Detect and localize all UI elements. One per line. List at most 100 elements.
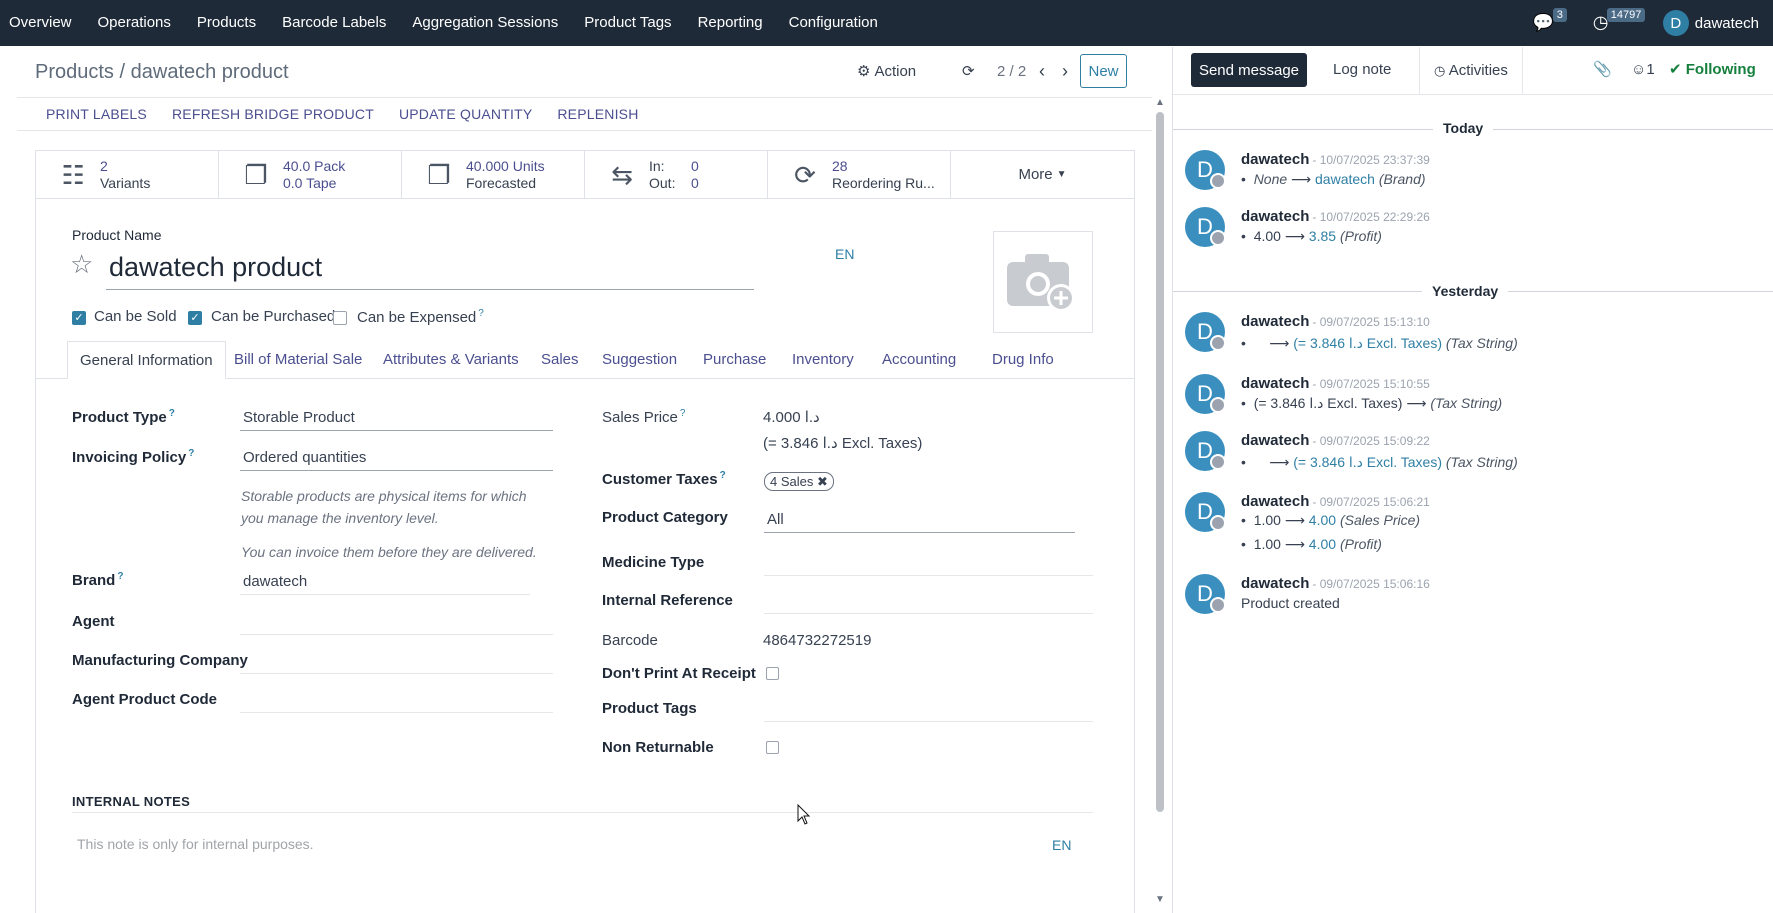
new-value: 4.00 <box>1308 536 1337 552</box>
pager-value[interactable]: 2 / 2 <box>997 47 1026 95</box>
inout-stat-button[interactable]: ⇆ In: 0 Out: 0 <box>585 151 768 199</box>
field-name: (Brand) <box>1378 171 1426 187</box>
author-name[interactable]: dawatech <box>1241 493 1309 510</box>
following-button[interactable]: ✔ Following <box>1669 53 1756 87</box>
activities-button[interactable]: ◷ Activities <box>1419 47 1523 95</box>
new-button[interactable]: New <box>1080 54 1127 88</box>
author-avatar[interactable]: D <box>1185 574 1226 614</box>
form-scrollbar[interactable]: ▲ ▼ <box>1152 97 1168 913</box>
product-image-upload[interactable] <box>993 231 1093 333</box>
author-name[interactable]: dawatech <box>1241 151 1309 168</box>
tab-bill-of-material-sale[interactable]: Bill of Material Sale <box>222 341 374 379</box>
variants-stat-button[interactable]: ☷ 2 Variants <box>36 151 219 199</box>
help-mark[interactable]: ? <box>188 448 194 459</box>
log-note-button[interactable]: Log note <box>1321 53 1403 87</box>
brand-input[interactable]: dawatech <box>243 573 307 590</box>
breadcrumb-products[interactable]: Products <box>35 61 114 83</box>
action-button[interactable]: ⚙ Action <box>857 47 916 95</box>
menu-reporting[interactable]: Reporting <box>685 0 776 46</box>
tab-purchase[interactable]: Purchase <box>691 341 778 379</box>
author-name[interactable]: dawatech <box>1241 432 1309 449</box>
internal-notes-textarea[interactable]: This note is only for internal purposes. <box>77 836 314 852</box>
author-avatar[interactable]: D <box>1185 207 1226 247</box>
print-labels-button[interactable]: PRINT LABELS <box>46 106 147 122</box>
tab-accounting[interactable]: Accounting <box>870 341 968 379</box>
help-mark[interactable]: ? <box>478 308 484 319</box>
top-navbar: Overview Operations Products Barcode Lab… <box>0 0 1773 46</box>
forecast-stat-button[interactable]: ❐ 40.000 Units Forecasted <box>402 151 585 199</box>
tab-general-information[interactable]: General Information <box>67 341 226 379</box>
messages-menu[interactable]: 💬 3 <box>1523 0 1581 46</box>
activity-menu[interactable]: ◷ 14797 <box>1581 0 1663 46</box>
attachment-paperclip-icon[interactable]: 📎 <box>1593 53 1612 87</box>
product-tags-input[interactable] <box>764 721 1093 722</box>
product-type-select[interactable]: Storable Product <box>243 409 355 426</box>
sales-price-label: Sales Price? <box>602 408 685 426</box>
menu-product-tags[interactable]: Product Tags <box>571 0 684 46</box>
tab-inventory[interactable]: Inventory <box>780 341 866 379</box>
can-be-expensed-checkbox[interactable] <box>333 311 347 325</box>
scroll-down-icon[interactable]: ▼ <box>1155 894 1165 905</box>
more-button[interactable]: More ▼ <box>951 151 1134 198</box>
dont-print-at-receipt-checkbox[interactable] <box>766 667 779 680</box>
product-name-input[interactable]: dawatech product <box>109 252 322 283</box>
non-returnable-checkbox[interactable] <box>766 741 779 754</box>
author-name[interactable]: dawatech <box>1241 375 1309 392</box>
help-mark[interactable]: ? <box>680 408 686 419</box>
tab-suggestion[interactable]: Suggestion <box>590 341 689 379</box>
customer-tax-tag[interactable]: 4 Sales ✖ <box>764 472 834 491</box>
author-name[interactable]: dawatech <box>1241 208 1309 225</box>
discard-refresh-button[interactable]: ⟳ <box>962 47 975 95</box>
arrow-right-icon: ⟶ <box>1284 512 1305 528</box>
pack-stat-button[interactable]: ❐ 40.0 Pack 0.0 Tape <box>219 151 402 199</box>
send-message-button[interactable]: Send message <box>1191 53 1307 87</box>
menu-overview[interactable]: Overview <box>0 0 85 46</box>
help-mark[interactable]: ? <box>720 470 726 481</box>
scrollbar-thumb[interactable] <box>1156 112 1164 812</box>
followers-button[interactable]: ☺1 <box>1631 53 1655 87</box>
menu-products[interactable]: Products <box>184 0 269 46</box>
can-be-purchased-checkbox[interactable]: ✓ <box>188 311 202 325</box>
menu-operations[interactable]: Operations <box>85 0 184 46</box>
barcode-value[interactable]: 4864732272519 <box>763 632 871 649</box>
author-avatar[interactable]: D <box>1185 312 1226 352</box>
pager-prev-icon[interactable]: ‹ <box>1039 47 1045 95</box>
reordering-stat-button[interactable]: ⟳ 28 Reordering Ru... <box>768 151 951 199</box>
author-avatar[interactable]: D <box>1185 150 1226 190</box>
update-quantity-button[interactable]: UPDATE QUANTITY <box>399 106 532 122</box>
tab-sales[interactable]: Sales <box>529 341 591 379</box>
menu-configuration[interactable]: Configuration <box>776 0 891 46</box>
help-mark[interactable]: ? <box>117 571 123 582</box>
tab-drug-info[interactable]: Drug Info <box>980 341 1066 379</box>
author-name[interactable]: dawatech <box>1241 575 1309 592</box>
remove-tag-icon[interactable]: ✖ <box>817 474 828 489</box>
scroll-up-icon[interactable]: ▲ <box>1155 97 1165 108</box>
medicine-type-label: Medicine Type <box>602 554 705 571</box>
author-avatar[interactable]: D <box>1185 492 1226 532</box>
notes-lang-en-button[interactable]: EN <box>1052 837 1071 853</box>
invoicing-policy-select[interactable]: Ordered quantities <box>243 449 366 466</box>
author-name[interactable]: dawatech <box>1241 313 1309 330</box>
menu-barcode-labels[interactable]: Barcode Labels <box>269 0 399 46</box>
manufacturing-company-input[interactable] <box>240 673 553 674</box>
can-be-sold-checkbox[interactable]: ✓ <box>72 311 86 325</box>
menu-aggregation-sessions[interactable]: Aggregation Sessions <box>399 0 571 46</box>
internal-reference-input[interactable] <box>764 613 1093 614</box>
product-category-select[interactable]: All <box>767 511 784 528</box>
help-mark[interactable]: ? <box>169 408 175 419</box>
tab-attributes-variants[interactable]: Attributes & Variants <box>371 341 531 379</box>
favorite-star-icon[interactable]: ☆ <box>70 249 93 280</box>
author-avatar[interactable]: D <box>1185 374 1226 414</box>
lang-en-button[interactable]: EN <box>835 246 854 262</box>
user-menu[interactable]: D dawatech <box>1662 10 1773 36</box>
replenish-button[interactable]: REPLENISH <box>557 106 638 122</box>
sales-price-value[interactable]: 4.000 د.ا <box>763 408 820 426</box>
pager-next-icon[interactable]: › <box>1062 47 1068 95</box>
agent-input[interactable] <box>240 634 553 635</box>
author-avatar[interactable]: D <box>1185 431 1226 471</box>
field-name: (Tax String) <box>1445 335 1518 351</box>
medicine-type-input[interactable] <box>764 575 1093 576</box>
main-menu: Overview Operations Products Barcode Lab… <box>0 0 891 46</box>
refresh-bridge-product-button[interactable]: REFRESH BRIDGE PRODUCT <box>172 106 374 122</box>
agent-product-code-input[interactable] <box>240 712 553 713</box>
